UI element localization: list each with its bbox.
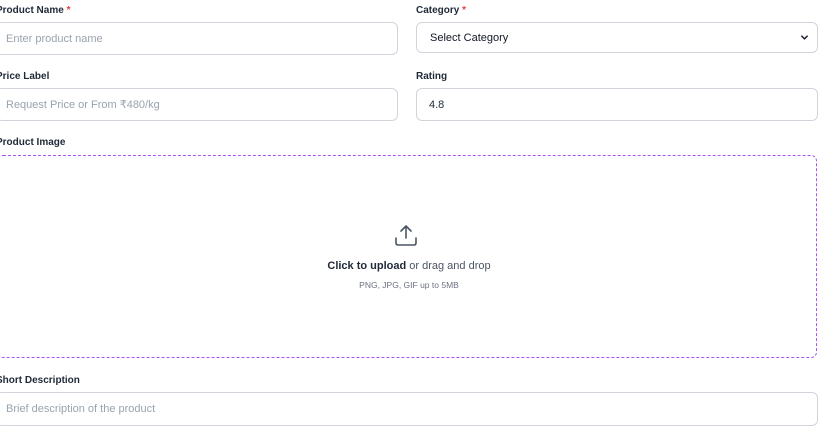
short-description-input[interactable] [0,392,818,426]
price-label-input[interactable] [0,88,398,121]
image-dropzone[interactable] [0,155,817,358]
category-select[interactable]: Select Category [416,22,818,53]
upload-instruction: Click to upload or drag and drop [327,260,491,272]
product-name-input[interactable] [0,22,398,55]
upload-icon [395,225,417,246]
product-image-label: Product Image [0,137,66,148]
short-description-label: Short Description [0,375,80,386]
price-label-label: Price Label [0,71,50,82]
rating-label: Rating [416,71,448,82]
click-to-upload-link[interactable]: Click to upload [327,260,406,272]
product-name-label: Product Name * [0,5,71,16]
category-label: Category * [416,5,467,16]
category-selected-value: Select Category [430,31,509,44]
chevron-down-icon [801,35,808,40]
required-mark: * [462,5,467,16]
required-mark: * [66,5,71,16]
rating-input[interactable] [416,88,818,121]
upload-file-hint: PNG, JPG, GIF up to 5MB [359,280,459,290]
